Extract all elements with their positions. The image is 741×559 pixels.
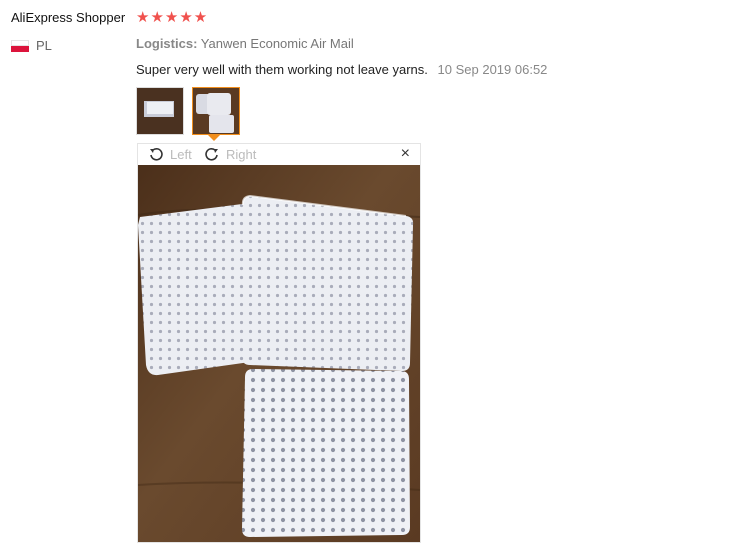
review-content: Logistics: Yanwen Economic Air Mail Supe… [136,36,547,77]
close-icon[interactable]: × [401,145,410,163]
logistics-line: Logistics: Yanwen Economic Air Mail [136,36,547,51]
country-code: PL [36,38,52,53]
rotate-right-button[interactable]: Right [204,146,256,162]
thumbnail-1-image [137,88,183,134]
review-photo [138,165,420,542]
photo-thumbnail-1[interactable] [136,87,184,135]
review-photo-thumbnails [136,87,246,141]
logistics-value: Yanwen Economic Air Mail [200,36,354,51]
reviewer-country: PL [11,38,52,53]
rating-stars: ★★★★★ [136,9,209,26]
photo-thumbnail-2[interactable] [192,87,240,135]
rotate-left-label: Left [170,146,192,162]
rotate-right-icon [205,147,218,161]
reviewer-name: AliExpress Shopper [11,10,126,25]
rotate-right-label: Right [226,146,257,162]
rotate-left-icon [150,147,163,161]
review-comment: Super very well with them working not le… [136,62,428,77]
poland-flag-icon [11,39,29,52]
flag-red-band [11,45,29,52]
logistics-label: Logistics: [136,36,198,51]
photo-viewer: Left Right × [137,143,421,543]
comment-line: Super very well with them working not le… [136,62,547,77]
review-date: 10 Sep 2019 06:52 [437,62,548,77]
rotate-left-button[interactable]: Left [148,146,192,162]
thumbnail-2-image [193,88,239,134]
viewer-toolbar: Left Right × [138,144,420,166]
selected-thumbnail-pointer [208,135,220,141]
